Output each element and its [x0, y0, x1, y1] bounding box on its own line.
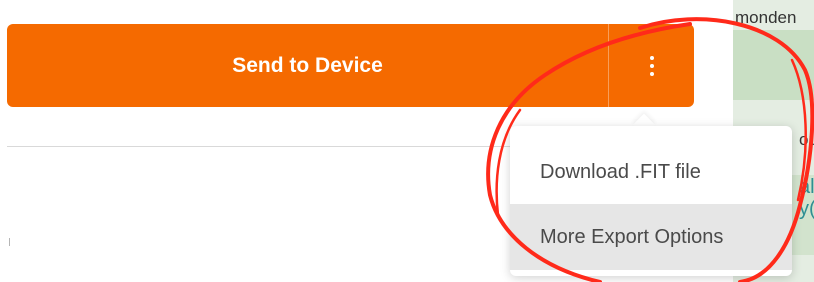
map-label: monden [735, 8, 797, 27]
more-options-button[interactable] [609, 24, 694, 107]
map-label: y( [799, 198, 814, 220]
send-to-device-button[interactable]: Send to Device [7, 24, 608, 107]
edge-mark [9, 238, 10, 246]
menu-item-download-fit[interactable]: Download .FIT file [510, 140, 792, 204]
section-divider [7, 146, 513, 147]
map-park-area [733, 30, 814, 100]
export-dropdown-menu: Download .FIT file More Export Options [510, 126, 792, 276]
menu-item-more-export-options[interactable]: More Export Options [510, 204, 792, 270]
more-vertical-icon [649, 55, 654, 76]
map-label: al [799, 176, 814, 198]
map-label: ou [799, 130, 814, 149]
send-to-device-button-group: Send to Device [7, 24, 694, 107]
